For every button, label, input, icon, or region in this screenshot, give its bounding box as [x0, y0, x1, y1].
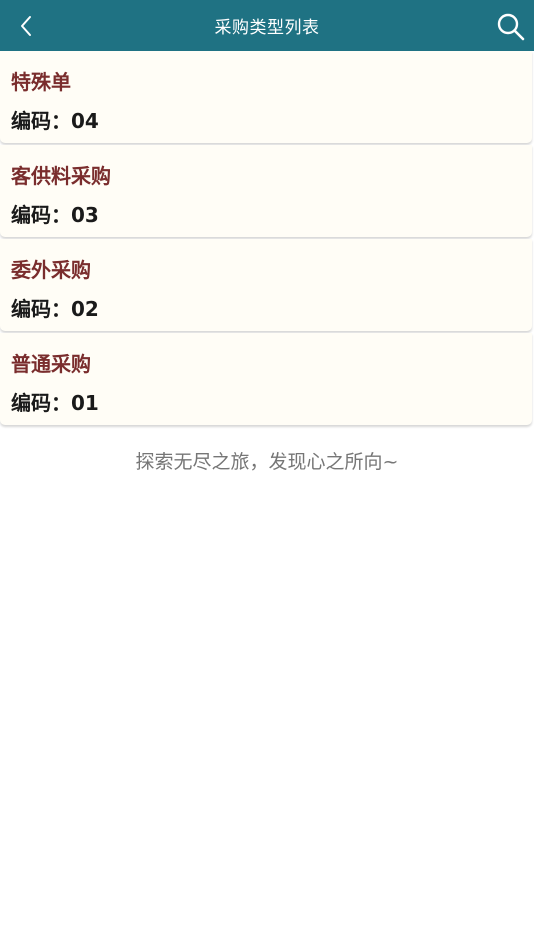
item-name: 普通采购: [11, 352, 91, 376]
code-value: 02: [71, 297, 99, 321]
search-icon: [497, 13, 525, 41]
code-label: 编码：: [11, 391, 71, 415]
item-code: 编码：01: [11, 387, 99, 416]
app-header: 采购类型列表: [0, 0, 534, 51]
code-value: 03: [71, 203, 99, 227]
code-label: 编码：: [11, 297, 71, 321]
list-item[interactable]: 委外采购 编码：02: [0, 239, 532, 331]
code-value: 04: [71, 109, 99, 133]
item-code: 编码：03: [11, 199, 99, 228]
item-code: 编码：02: [11, 293, 99, 322]
code-label: 编码：: [11, 203, 71, 227]
end-of-list-text: 探索无尽之旅，发现心之所向~: [135, 451, 399, 473]
item-name: 特殊单: [11, 70, 71, 94]
list-item[interactable]: 特殊单 编码：04: [0, 51, 532, 143]
item-name: 委外采购: [11, 258, 91, 282]
item-code: 编码：04: [11, 105, 99, 134]
list-item[interactable]: 客供料采购 编码：03: [0, 145, 532, 237]
page-title: 采购类型列表: [214, 18, 320, 38]
code-value: 01: [71, 391, 99, 415]
search-button[interactable]: [494, 10, 528, 44]
list-item[interactable]: 普通采购 编码：01: [0, 333, 532, 425]
item-name: 客供料采购: [11, 164, 111, 188]
purchase-type-list: 特殊单 编码：04 客供料采购 编码：03 委外采购 编码：02 普通采购 编码…: [0, 51, 534, 427]
code-label: 编码：: [11, 109, 71, 133]
